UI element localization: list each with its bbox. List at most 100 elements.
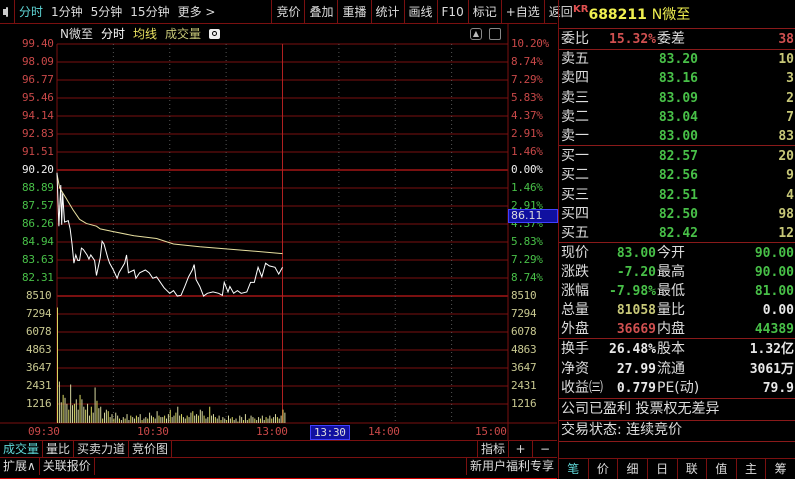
y-axis-label-left: 94.14	[22, 109, 54, 122]
expand-button[interactable]: 扩展∧	[0, 458, 40, 475]
indicator-tab[interactable]: 竞价图	[129, 441, 173, 458]
stock-name: N微至	[60, 27, 93, 41]
stat-row: 涨跌 -7.20 最高 90.00	[559, 263, 795, 282]
weibi-value: 15.32%	[609, 32, 656, 47]
ask-row[interactable]: 卖四 83.16 3	[559, 69, 795, 88]
toolbar-item[interactable]: 叠加	[304, 0, 337, 24]
detail-tab[interactable]: 细	[618, 459, 648, 479]
bid-row[interactable]: 买四 82.50 98	[559, 205, 795, 224]
fin-value: 79.9	[762, 381, 794, 396]
indicator-button[interactable]: 指标	[476, 441, 509, 458]
fin-label: 收益㈢	[561, 380, 603, 396]
stat-label: 最低	[657, 283, 685, 299]
panel-toggle-icon[interactable]	[489, 28, 501, 40]
y-axis-label-left: 92.83	[22, 127, 54, 140]
toolbar-item[interactable]: 15分钟	[126, 0, 173, 24]
y-axis-label-right: 1.46%	[511, 145, 543, 158]
detail-tab[interactable]: 日	[648, 459, 678, 479]
detail-tab[interactable]: 值	[707, 459, 737, 479]
promo-link[interactable]: 新用户福利专享	[465, 458, 557, 475]
fin-label: 流通	[657, 360, 685, 377]
fin-value: 0.779	[616, 381, 656, 396]
weibi-row: 委比 15.32% 委差 38	[559, 30, 795, 49]
level-price: 82.56	[658, 168, 698, 184]
time-label: 09:30	[28, 425, 60, 438]
zoom-in-button[interactable]: +	[509, 441, 533, 458]
ask-row[interactable]: 卖二 83.04 7	[559, 108, 795, 127]
y-axis-label-left: 88.89	[22, 181, 54, 194]
toolbar-item[interactable]: 标记	[467, 0, 501, 24]
ask-row[interactable]: 卖三 83.09 2	[559, 89, 795, 108]
y-axis-label-right: 8.74%	[511, 271, 543, 284]
chart-title: N微至 分时 均线 成交量	[60, 25, 221, 42]
y-axis-label-right: 0.00%	[511, 163, 543, 176]
stat-label: 内盘	[657, 321, 685, 337]
level-volume: 10	[778, 52, 794, 67]
zoom-out-button[interactable]: −	[533, 441, 557, 458]
level-label: 卖五	[561, 51, 589, 67]
indicator-tab[interactable]: 买卖力道	[74, 441, 130, 458]
zoom-up-icon[interactable]: ▲	[470, 28, 482, 40]
level-label: 买五	[561, 225, 589, 242]
detail-tab[interactable]: 价	[589, 459, 619, 479]
bid-row[interactable]: 买三 82.51 4	[559, 186, 795, 205]
y-axis-label-left: 84.94	[22, 235, 54, 248]
bid-row[interactable]: 买一 82.57 20	[559, 147, 795, 166]
detail-tab[interactable]: 筹	[766, 459, 795, 479]
y-axis-label-right: 3647	[511, 361, 537, 374]
market-prefix: KR	[573, 4, 589, 15]
chart-canvas[interactable]	[0, 24, 557, 440]
y-axis-label-left: 90.20	[22, 163, 54, 176]
stat-row: 涨幅 -7.98% 最低 81.00	[559, 282, 795, 301]
ask-row[interactable]: 卖五 83.20 10	[559, 50, 795, 69]
avg-line-label[interactable]: 均线	[133, 25, 157, 42]
level-volume: 7	[786, 109, 794, 125]
toolbar-item[interactable]: 竞价	[271, 0, 304, 24]
bid-row[interactable]: 买二 82.56 9	[559, 166, 795, 185]
indicator-tab[interactable]: 量比	[43, 441, 75, 458]
detail-tab[interactable]: 主	[737, 459, 767, 479]
toolbar-item[interactable]: 重播	[337, 0, 370, 24]
ask-row[interactable]: 卖一 83.00 83	[559, 127, 795, 146]
toolbar-item[interactable]: 分时	[14, 0, 47, 24]
indicator-tab[interactable]: 成交量	[0, 441, 44, 458]
y-axis-label-left: 96.77	[22, 73, 54, 86]
mode-label[interactable]: 分时	[101, 25, 125, 42]
y-axis-label-right: 5.83%	[511, 235, 543, 248]
toolbar-item[interactable]: +自选	[500, 0, 544, 24]
stat-value: 81.00	[754, 284, 794, 299]
y-axis-label-left: 83.63	[22, 253, 54, 266]
toolbar-item[interactable]: 更多 >	[174, 0, 220, 24]
related-quotes-button[interactable]: 关联报价	[40, 458, 95, 475]
level-price: 82.57	[658, 149, 698, 164]
intraday-chart[interactable]	[0, 24, 557, 440]
stat-row: 现价 83.00 今开 90.00	[559, 244, 795, 263]
level-volume: 20	[778, 149, 794, 164]
fin-value: 26.48%	[609, 342, 656, 357]
camera-icon[interactable]	[209, 28, 221, 39]
y-axis-label-left: 87.57	[22, 199, 54, 212]
window-toggle-icon[interactable]	[3, 6, 8, 17]
volume-label[interactable]: 成交量	[165, 25, 201, 42]
trade-status-text: 交易状态: 连续竞价	[561, 422, 683, 438]
level-volume: 9	[786, 168, 794, 184]
stat-value: 90.00	[754, 265, 794, 280]
fin-value: 1.32亿	[749, 342, 794, 357]
toolbar-item[interactable]: 统计	[370, 0, 404, 24]
quote-panel: KR688211 N微至 委比 15.32% 委差 38 卖五 83.20 10 卖四…	[558, 0, 795, 479]
y-axis-label-left: 6078	[26, 325, 52, 338]
y-axis-label-right: 7294	[511, 307, 537, 320]
detail-tab[interactable]: 联	[678, 459, 708, 479]
toolbar-item[interactable]: F10	[436, 0, 468, 24]
toolbar-item[interactable]: 画线	[403, 0, 437, 24]
level-volume: 3	[786, 71, 794, 87]
stat-value: 83.00	[616, 246, 656, 261]
toolbar-item[interactable]: 5分钟	[87, 0, 127, 24]
bid-row[interactable]: 买五 82.42 12	[559, 224, 795, 243]
fin-row: 换手 26.48% 股本 1.32亿	[559, 340, 795, 359]
toolbar-item[interactable]: 1分钟	[47, 0, 87, 24]
detail-tab[interactable]: 笔	[559, 459, 589, 479]
y-axis-label-left: 91.51	[22, 145, 54, 158]
fin-row: 净资 27.99 流通 3061万	[559, 360, 795, 379]
stat-label: 现价	[561, 245, 589, 261]
